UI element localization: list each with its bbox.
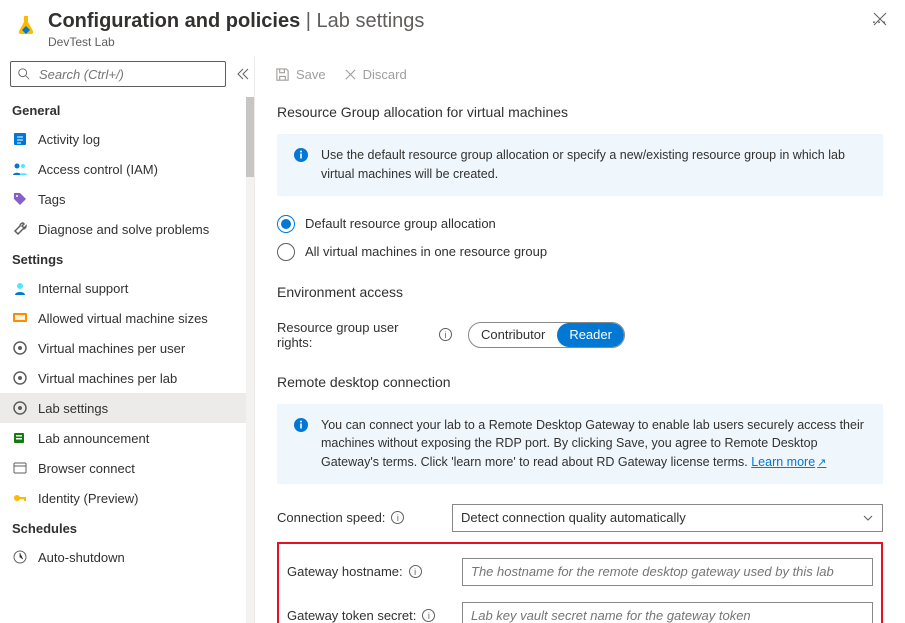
gateway-token-secret-label: Gateway token secret: i: [287, 608, 462, 623]
page-title: Configuration and policies | Lab setting…: [48, 10, 861, 33]
gear-icon: [12, 400, 28, 416]
wrench-icon: [12, 221, 28, 237]
sidebar-item-activity-log[interactable]: Activity log: [0, 124, 246, 154]
toggle-contributor[interactable]: Contributor: [469, 323, 557, 347]
nav-menu: General Activity log Access control (IAM…: [0, 95, 254, 623]
sidebar-item-access-control[interactable]: Access control (IAM): [0, 154, 246, 184]
sidebar-scrollbar-thumb[interactable]: [246, 97, 254, 177]
sidebar-item-browser-connect[interactable]: Browser connect: [0, 453, 246, 483]
info-rg-allocation: Use the default resource group allocatio…: [277, 134, 883, 196]
save-button[interactable]: Save: [275, 67, 326, 82]
info-tooltip-icon[interactable]: i: [439, 328, 452, 341]
discard-button[interactable]: Discard: [344, 67, 407, 82]
section-env-title: Environment access: [277, 284, 883, 300]
sidebar-item-lab-settings[interactable]: Lab settings: [0, 393, 246, 423]
info-tooltip-icon[interactable]: i: [422, 609, 435, 622]
toolbar: Save Discard: [255, 57, 905, 92]
save-icon: [275, 67, 290, 82]
browser-icon: [12, 460, 28, 476]
blade-header: Configuration and policies | Lab setting…: [0, 0, 905, 57]
activity-log-icon: [12, 131, 28, 147]
connection-speed-dropdown[interactable]: Detect connection quality automatically: [452, 504, 883, 532]
nav-section-schedules: Schedules: [0, 513, 246, 542]
sidebar-item-vm-per-lab[interactable]: Virtual machines per lab: [0, 363, 246, 393]
user-rights-toggle[interactable]: Contributor Reader: [468, 322, 625, 348]
discard-icon: [344, 68, 357, 81]
sidebar-item-diagnose[interactable]: Diagnose and solve problems: [0, 214, 246, 244]
sidebar: General Activity log Access control (IAM…: [0, 57, 255, 623]
rg-user-rights-label: Resource group user rights: i: [277, 320, 452, 350]
toggle-reader[interactable]: Reader: [557, 323, 624, 347]
section-rdp-title: Remote desktop connection: [277, 374, 883, 390]
highlighted-gateway-fields: Gateway hostname: i Gateway token secret…: [277, 542, 883, 623]
devtest-lab-icon: [14, 14, 38, 38]
announcement-icon: [12, 430, 28, 446]
search-box[interactable]: [10, 61, 226, 87]
support-icon: [12, 280, 28, 296]
sidebar-item-vm-per-user[interactable]: Virtual machines per user: [0, 333, 246, 363]
gear-icon: [12, 370, 28, 386]
radio-all-one-rg[interactable]: All virtual machines in one resource gro…: [277, 238, 883, 266]
info-icon: [293, 147, 309, 163]
sidebar-item-allowed-vm-sizes[interactable]: Allowed virtual machine sizes: [0, 303, 246, 333]
nav-section-settings: Settings: [0, 244, 246, 273]
gear-icon: [12, 340, 28, 356]
sidebar-item-identity[interactable]: Identity (Preview): [0, 483, 246, 513]
info-tooltip-icon[interactable]: i: [391, 511, 404, 524]
gateway-hostname-label: Gateway hostname: i: [287, 564, 462, 579]
search-input[interactable]: [37, 66, 219, 83]
people-icon: [12, 161, 28, 177]
info-rdp: You can connect your lab to a Remote Des…: [277, 404, 883, 484]
nav-section-general: General: [0, 95, 246, 124]
sidebar-item-internal-support[interactable]: Internal support: [0, 273, 246, 303]
close-button[interactable]: [873, 12, 887, 26]
radio-default-rg[interactable]: Default resource group allocation: [277, 210, 883, 238]
clock-icon: [12, 549, 28, 565]
learn-more-link[interactable]: Learn more↗: [751, 455, 826, 469]
gateway-token-secret-input[interactable]: [462, 602, 873, 623]
sidebar-item-auto-shutdown[interactable]: Auto-shutdown: [0, 542, 246, 572]
search-icon: [17, 67, 31, 81]
sidebar-item-tags[interactable]: Tags: [0, 184, 246, 214]
page-subtitle: DevTest Lab: [48, 35, 861, 49]
chevron-down-icon: [862, 512, 874, 524]
key-icon: [12, 490, 28, 506]
radio-icon: [277, 215, 295, 233]
external-link-icon: ↗: [817, 457, 826, 469]
radio-icon: [277, 243, 295, 261]
gateway-hostname-input[interactable]: [462, 558, 873, 586]
vm-sizes-icon: [12, 310, 28, 326]
main-content: Save Discard Resource Group allocation f…: [255, 57, 905, 623]
sidebar-item-lab-announcement[interactable]: Lab announcement: [0, 423, 246, 453]
collapse-sidebar-button[interactable]: [236, 68, 250, 80]
connection-speed-label: Connection speed: i: [277, 510, 452, 525]
info-tooltip-icon[interactable]: i: [409, 565, 422, 578]
info-icon: [293, 417, 309, 433]
section-rg-title: Resource Group allocation for virtual ma…: [277, 104, 883, 120]
tag-icon: [12, 191, 28, 207]
